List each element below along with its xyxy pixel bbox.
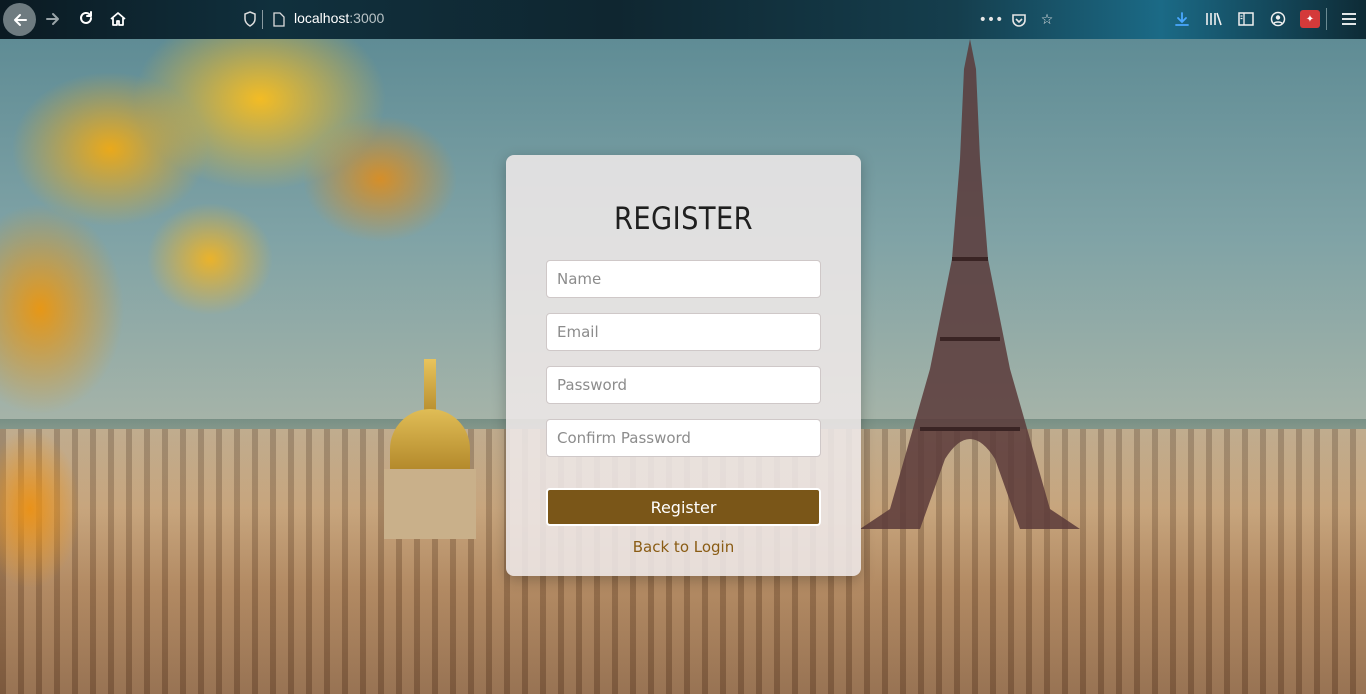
page-icon[interactable] [270,9,288,29]
url-host: localhost [294,10,350,26]
sidebar-icon[interactable] [1230,4,1262,34]
forward-arrow-icon [46,13,59,25]
password-input[interactable] [546,366,821,404]
register-card: REGISTER Register Back to Login [506,155,861,576]
forward-button[interactable] [37,3,69,35]
autumn-leaves-bottom-image [0,399,120,629]
back-button[interactable] [3,3,36,36]
back-arrow-icon [13,13,27,26]
home-icon [110,12,126,26]
hamburger-menu-icon[interactable] [1334,4,1364,34]
register-title: REGISTER [613,201,754,237]
url-text[interactable]: localhost:3000 [294,10,384,26]
url-bar[interactable]: localhost:3000 ••• ☆ [236,6,1066,33]
autumn-leaves-image [0,39,520,459]
url-separator [262,10,263,29]
download-icon[interactable] [1166,4,1198,34]
extension-icon[interactable]: ✦ [1300,10,1320,28]
toolbar-divider [1326,8,1327,30]
account-icon[interactable] [1262,4,1294,34]
reload-button[interactable] [70,3,102,35]
email-input[interactable] [546,313,821,351]
pocket-icon[interactable] [1008,9,1030,31]
shield-icon[interactable] [240,9,260,29]
home-button[interactable] [102,3,134,35]
back-to-login-link[interactable]: Back to Login [506,538,861,556]
eiffel-tower-image [860,39,1080,529]
library-icon[interactable] [1198,4,1230,34]
star-icon[interactable]: ☆ [1036,9,1058,31]
more-dots-icon[interactable]: ••• [979,9,1004,31]
url-port: :3000 [349,10,385,26]
browser-toolbar: localhost:3000 ••• ☆ ✦ [0,0,1366,39]
name-input[interactable] [546,260,821,298]
confirm-password-input[interactable] [546,419,821,457]
reload-icon [80,11,92,24]
register-button[interactable]: Register [546,488,821,526]
